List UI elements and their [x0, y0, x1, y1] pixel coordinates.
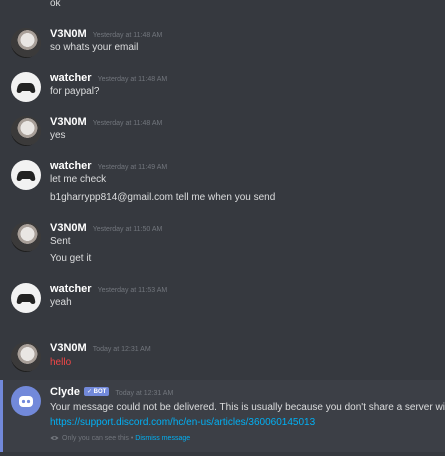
- chat-log: ok V3N0M Yesterday at 11:48 AM so whats y…: [0, 0, 445, 456]
- username[interactable]: V3N0M: [50, 222, 87, 234]
- message-text: yes: [50, 130, 66, 141]
- user-avatar[interactable]: [11, 342, 41, 372]
- message-timestamp: Yesterday at 11:48 AM: [97, 76, 168, 83]
- message-text: so whats your email: [50, 42, 139, 53]
- ephemeral-indicator-bar: [0, 380, 3, 452]
- ephemeral-note: Only you can see this • Dismiss message: [50, 435, 190, 442]
- controller-icon: [16, 171, 36, 181]
- bot-username[interactable]: Clyde: [50, 386, 80, 398]
- message-timestamp: Today at 12:31 AM: [92, 346, 151, 353]
- controller-icon: [16, 83, 36, 93]
- username[interactable]: V3N0M: [50, 116, 87, 128]
- username[interactable]: V3N0M: [50, 28, 87, 40]
- dismiss-message-link[interactable]: Dismiss message: [135, 435, 190, 442]
- message-timestamp: Yesterday at 11:50 AM: [92, 226, 163, 233]
- message-text: b1gharrypp814@gmail.com tell me when you…: [50, 192, 276, 203]
- user-avatar[interactable]: [11, 116, 41, 146]
- message-timestamp: Yesterday at 11:49 AM: [97, 164, 168, 171]
- message-text: yeah: [50, 297, 72, 308]
- message-text: Your message could not be delivered. Thi…: [50, 402, 445, 413]
- message-text: for paypal?: [50, 86, 100, 97]
- message-text: let me check: [50, 174, 107, 185]
- controller-icon: [16, 294, 36, 304]
- eye-icon: [50, 436, 59, 441]
- message-text: You get it: [50, 253, 92, 264]
- user-avatar[interactable]: [11, 283, 41, 313]
- message-text: ok: [50, 0, 61, 9]
- message-timestamp: Yesterday at 11:48 AM: [92, 120, 163, 127]
- user-avatar[interactable]: [11, 222, 41, 252]
- user-avatar[interactable]: [11, 72, 41, 102]
- ephemeral-text: Only you can see this: [62, 435, 129, 442]
- user-avatar[interactable]: [11, 28, 41, 58]
- message-timestamp: Today at 12:31 AM: [115, 390, 174, 397]
- message-text: Sent: [50, 236, 71, 247]
- user-avatar[interactable]: [11, 160, 41, 190]
- support-link[interactable]: https://support.discord.com/hc/en-us/art…: [50, 417, 315, 428]
- message-timestamp: Yesterday at 11:53 AM: [97, 287, 168, 294]
- username[interactable]: V3N0M: [50, 342, 87, 354]
- message-text-failed: hello: [50, 357, 72, 368]
- clyde-bot-icon: [19, 396, 33, 407]
- username[interactable]: watcher: [50, 283, 92, 295]
- bot-badge: ✓ BOT: [83, 387, 110, 396]
- username[interactable]: watcher: [50, 160, 92, 172]
- username[interactable]: watcher: [50, 72, 92, 84]
- message-timestamp: Yesterday at 11:48 AM: [92, 32, 163, 39]
- clyde-avatar[interactable]: [11, 386, 41, 416]
